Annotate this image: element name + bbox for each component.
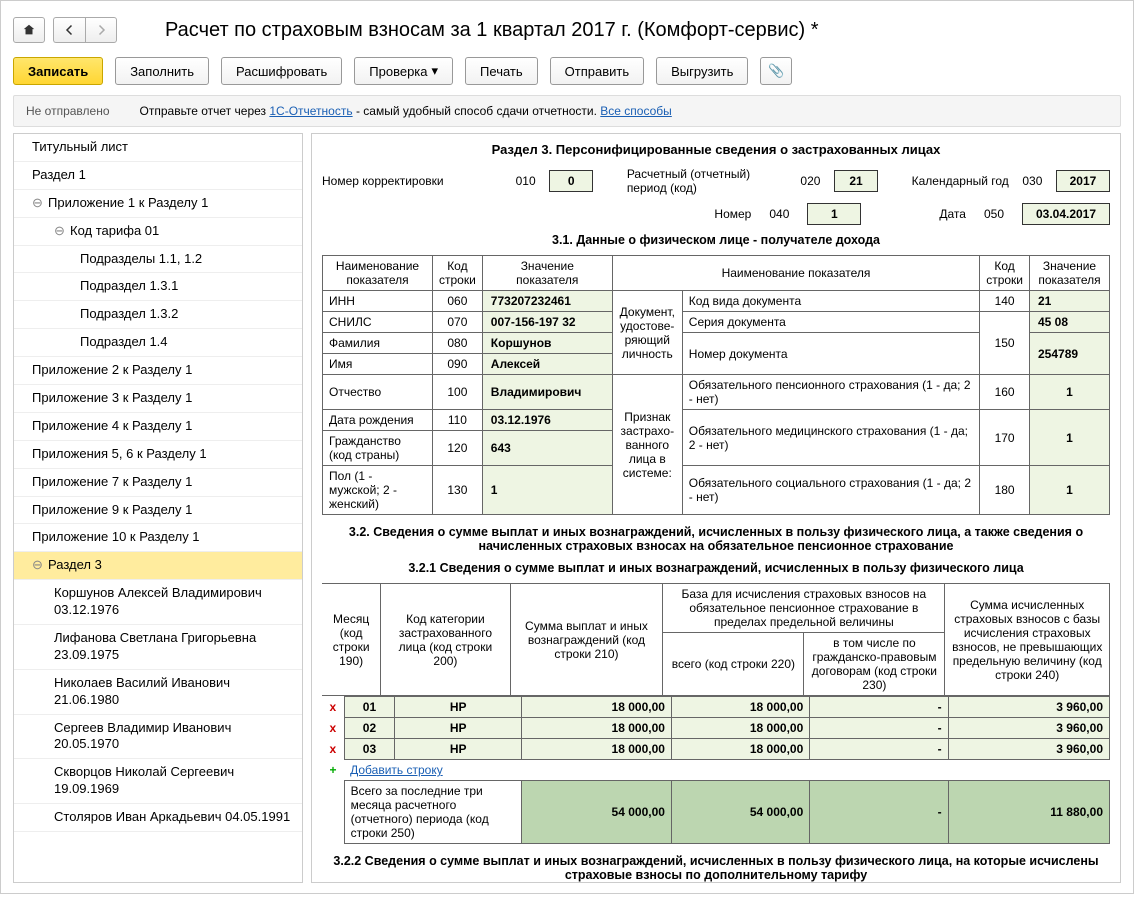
sex-value[interactable]: 1 [482, 466, 612, 515]
num-input[interactable]: 1 [807, 203, 861, 225]
snils-value[interactable]: 007-156-197 32 [482, 312, 612, 333]
tree-item[interactable]: Приложения 5, 6 к Разделу 1 [14, 441, 302, 469]
tree-item[interactable]: Раздел 1 [14, 162, 302, 190]
report-form: Раздел 3. Персонифицированные сведения о… [311, 133, 1121, 883]
page-title: Расчет по страховым взносам за 1 квартал… [165, 19, 819, 42]
table-31: Наименование показателя Код строки Значе… [322, 255, 1110, 515]
s322-title: 3.2.2 Сведения о сумме выплат и иных воз… [322, 854, 1110, 882]
paperclip-icon: 📎 [768, 63, 784, 79]
attach-button[interactable]: 📎 [760, 57, 792, 85]
name-value[interactable]: Алексей [482, 354, 612, 375]
tree-item[interactable]: Приложение 10 к Разделу 1 [14, 524, 302, 552]
date-input[interactable]: 03.04.2017 [1022, 203, 1110, 225]
all-methods-link[interactable]: Все способы [600, 104, 672, 118]
corr-code: 010 [516, 174, 536, 188]
write-button[interactable]: Записать [13, 57, 103, 85]
tree-item[interactable]: Николаев Василий Иванович 21.06.1980 [14, 670, 302, 715]
tree-item[interactable]: Титульный лист [14, 134, 302, 162]
tree-item[interactable]: Сергеев Владимир Иванович 20.05.1970 [14, 715, 302, 760]
cit-value[interactable]: 643 [482, 431, 612, 466]
period-code: 020 [800, 174, 820, 188]
num-code: 040 [769, 207, 789, 221]
tree-item[interactable]: ⊖Приложение 1 к Разделу 1 [14, 190, 302, 218]
tree-item[interactable]: Приложение 2 к Разделу 1 [14, 357, 302, 385]
tree-item[interactable]: ⊖Раздел 3 [14, 552, 302, 580]
corr-input[interactable]: 0 [549, 170, 593, 192]
print-button[interactable]: Печать [465, 57, 538, 85]
delete-row-button[interactable]: x [322, 718, 344, 739]
decode-button[interactable]: Расшифровать [221, 57, 342, 85]
tree-item[interactable]: ⊖Код тарифа 01 [14, 218, 302, 246]
tree-item[interactable]: Столяров Иван Аркадьевич 04.05.1991 [14, 804, 302, 832]
table-row: x02НР18 000,0018 000,00-3 960,00 [322, 718, 1110, 739]
year-code: 030 [1022, 174, 1042, 188]
oss-value[interactable]: 1 [1030, 466, 1110, 515]
tree-item[interactable]: Коршунов Алексей Владимирович 03.12.1976 [14, 580, 302, 625]
tree-item[interactable]: Приложение 7 к Разделу 1 [14, 469, 302, 497]
delete-row-button[interactable]: x [322, 697, 344, 718]
ops-value[interactable]: 1 [1030, 375, 1110, 410]
doc-ser-value[interactable]: 45 08 [1030, 312, 1110, 333]
forward-button[interactable] [85, 17, 117, 43]
period-input[interactable]: 21 [834, 170, 878, 192]
tree-item[interactable]: Приложение 9 к Разделу 1 [14, 497, 302, 525]
tree-item[interactable]: Приложение 4 к Разделу 1 [14, 413, 302, 441]
home-button[interactable] [13, 17, 45, 43]
tree-item[interactable]: Подраздел 1.3.1 [14, 273, 302, 301]
export-button[interactable]: Выгрузить [656, 57, 748, 85]
tree-item[interactable]: Подраздел 1.3.2 [14, 301, 302, 329]
status-state: Не отправлено [26, 104, 110, 118]
s32-title: 3.2. Сведения о сумме выплат и иных возн… [322, 525, 1110, 553]
inn-value[interactable]: 773207232461 [482, 291, 612, 312]
s31-title: 3.1. Данные о физическом лице - получате… [322, 233, 1110, 247]
date-code: 050 [984, 207, 1004, 221]
otch-value[interactable]: Владимирович [482, 375, 612, 410]
tree-item[interactable]: Лифанова Светлана Григорьевна 23.09.1975 [14, 625, 302, 670]
add-row-icon[interactable]: + [322, 760, 344, 781]
section3-title: Раздел 3. Персонифицированные сведения о… [322, 138, 1110, 167]
add-row-link[interactable]: Добавить строку [350, 763, 443, 777]
dob-value[interactable]: 03.12.1976 [482, 410, 612, 431]
date-label: Дата [939, 207, 966, 221]
chevron-down-icon: ▾ [432, 63, 439, 79]
doc-num-value[interactable]: 254789 [1030, 333, 1110, 375]
table-row: x03НР18 000,0018 000,00-3 960,00 [322, 739, 1110, 760]
year-label: Календарный год [912, 174, 1009, 188]
tree-item[interactable]: Скворцов Николай Сергеевич 19.09.1969 [14, 759, 302, 804]
oms-value[interactable]: 1 [1030, 410, 1110, 466]
year-input[interactable]: 2017 [1056, 170, 1110, 192]
tree-item[interactable]: Подраздел 1.4 [14, 329, 302, 357]
corr-label: Номер корректировки [322, 174, 444, 188]
check-button[interactable]: Проверка▾ [354, 57, 453, 85]
table-321: Месяц (код строки 190) Код категории зас… [322, 583, 1110, 696]
period-label: Расчетный (отчетный) период (код) [627, 167, 787, 195]
s321-title: 3.2.1 Сведения о сумме выплат и иных воз… [322, 561, 1110, 575]
table-row: x01НР18 000,0018 000,00-3 960,00 [322, 697, 1110, 718]
tree-item[interactable]: Подразделы 1.1, 1.2 [14, 246, 302, 274]
1c-link[interactable]: 1С-Отчетность [269, 104, 352, 118]
tree-item[interactable]: Приложение 3 к Разделу 1 [14, 385, 302, 413]
sections-tree[interactable]: Титульный листРаздел 1⊖Приложение 1 к Ра… [13, 133, 303, 883]
fill-button[interactable]: Заполнить [115, 57, 209, 85]
back-button[interactable] [53, 17, 85, 43]
doc-code-value[interactable]: 21 [1030, 291, 1110, 312]
fam-value[interactable]: Коршунов [482, 333, 612, 354]
send-button[interactable]: Отправить [550, 57, 644, 85]
num-label: Номер [714, 207, 751, 221]
delete-row-button[interactable]: x [322, 739, 344, 760]
status-hint: Отправьте отчет через 1С-Отчетность - са… [140, 104, 672, 118]
